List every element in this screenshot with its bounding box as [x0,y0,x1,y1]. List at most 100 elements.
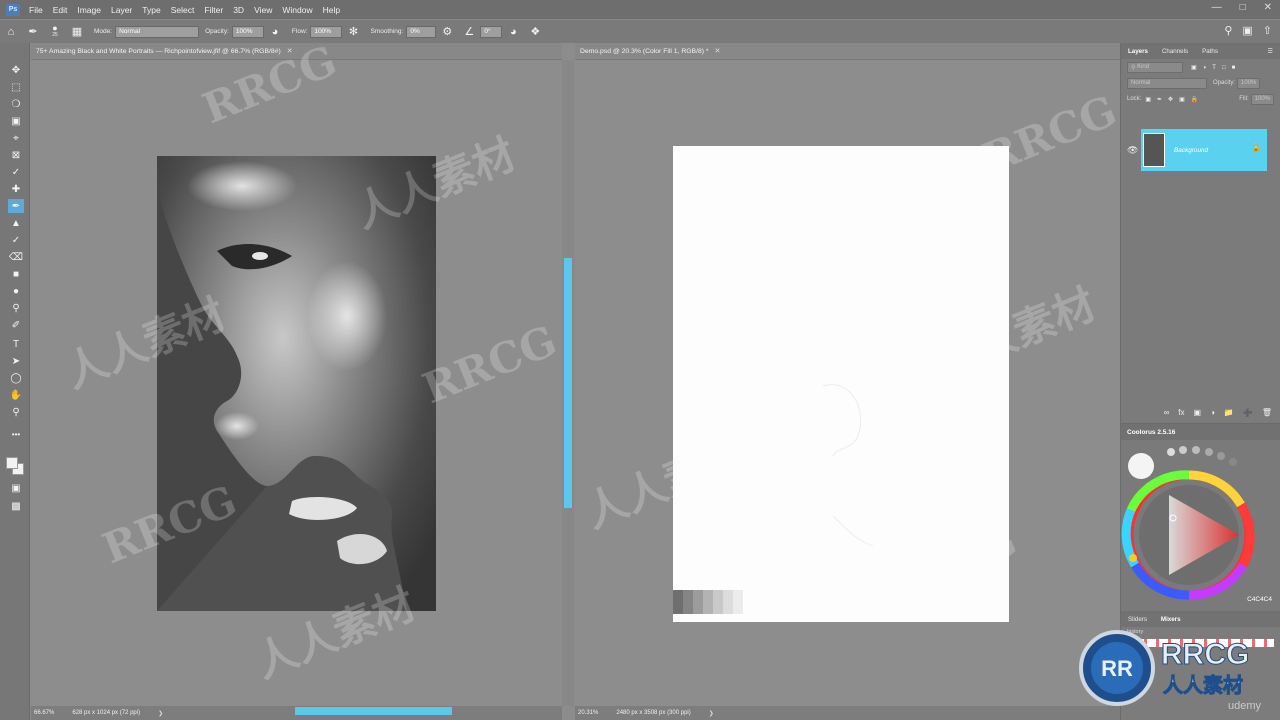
menu-file[interactable]: File [24,5,48,15]
clone-stamp-tool-icon[interactable]: ▲ [8,216,24,230]
flow-field[interactable]: 100% [310,25,343,38]
menu-edit[interactable]: Edit [48,5,73,15]
menu-help[interactable]: Help [318,5,345,15]
adjustment-layer-icon[interactable]: ◑ [1210,408,1215,417]
gray-swatch [733,590,743,614]
document-tab-portrait[interactable]: 75+ Amazing Black and White Portraits — … [31,43,562,60]
menu-select[interactable]: Select [166,5,200,15]
smoothing-gear-icon[interactable]: ⚙ [440,25,454,39]
maximize-icon[interactable]: □ [1240,2,1246,13]
color-wheel[interactable] [1121,440,1280,610]
move-tool-icon[interactable]: ✥ [8,63,24,77]
status-arrow-icon[interactable]: ❯ [709,710,714,717]
zoom-level[interactable]: 20.31% [578,710,598,716]
layer-opacity-field[interactable]: 100% [1237,77,1261,89]
brush-tool-preset-icon[interactable]: ✒ [26,25,40,39]
lasso-tool-icon[interactable]: ❍ [8,97,24,111]
layer-kind-filter[interactable]: ⚲ Kind [1127,61,1183,73]
pressure-size-icon[interactable]: ◕ [506,25,520,39]
hand-tool-icon[interactable]: ✋ [8,388,24,402]
delete-layer-icon[interactable]: 🗑 [1262,408,1272,417]
rrcg-logo-graphic: RR RRCG 人人素材 [1079,630,1250,706]
menu-window[interactable]: Window [277,5,317,15]
airbrush-icon[interactable]: ✻ [346,25,360,39]
menu-3d[interactable]: 3D [228,5,249,15]
new-layer-icon[interactable]: ➕ [1243,408,1253,417]
search-icon[interactable]: ⚲ [1224,24,1232,37]
minimize-icon[interactable]: — [1212,2,1222,13]
ellipse-tool-icon[interactable]: ◯ [8,371,24,385]
layer-name: Background [1174,146,1209,154]
tab-sliders[interactable]: Sliders [1121,616,1154,623]
menu-image[interactable]: Image [72,5,106,15]
pressure-opacity-icon[interactable]: ◕ [268,25,282,39]
tab-close-icon[interactable]: ✕ [715,47,721,55]
gradient-tool-icon[interactable]: ■ [8,267,24,281]
tab-mixers[interactable]: Mixers [1154,616,1188,623]
fill-field[interactable]: 100% [1250,93,1274,105]
screen-mode-icon[interactable]: ▩ [8,499,24,513]
workspace-icon[interactable]: ▣ [1242,24,1252,37]
quick-mask-icon[interactable]: ▣ [8,481,24,495]
dodge-tool-icon[interactable]: ⚲ [8,301,24,315]
share-icon[interactable]: ⇧ [1263,24,1272,37]
visibility-eye-icon[interactable]: 👁 [1127,145,1138,156]
menu-filter[interactable]: Filter [199,5,228,15]
lock-icons[interactable]: ▣✒✥▣🔒 [1145,96,1204,103]
brush-settings-icon[interactable]: ▦ [70,25,84,39]
path-selection-tool-icon[interactable]: ➤ [8,354,24,368]
pen-tool-icon[interactable]: ✐ [8,318,24,332]
layer-style-icon[interactable]: fx [1178,408,1184,417]
frame-tool-icon[interactable]: ⊠ [8,148,24,162]
menu-layer[interactable]: Layer [106,5,137,15]
vertical-scroll-thumb[interactable] [564,258,572,508]
symmetry-icon[interactable]: ❖ [528,25,542,39]
history-brush-tool-icon[interactable]: ✓ [8,233,24,247]
menu-type[interactable]: Type [137,5,165,15]
marquee-tool-icon[interactable]: ⬚ [8,80,24,94]
brush-tool-icon[interactable]: ✒ [8,199,24,213]
opacity-field[interactable]: 100% [231,25,264,38]
eyedropper-tool-icon[interactable]: ✓ [8,165,24,179]
tab-close-icon[interactable]: ✕ [287,47,293,55]
layer-row-background[interactable]: Background 🔒 [1141,129,1267,171]
opacity-label: Opacity: [205,28,229,35]
smoothing-field[interactable]: 0% [406,25,437,38]
close-icon[interactable]: ✕ [1264,2,1272,13]
smoothing-label: Smoothing: [370,28,404,35]
new-group-icon[interactable]: 📁 [1224,408,1234,417]
tab-layers[interactable]: Layers [1121,48,1155,55]
zoom-tool-icon[interactable]: ⚲ [8,405,24,419]
healing-brush-tool-icon[interactable]: ✚ [8,182,24,196]
svg-text:RR: RR [1101,656,1133,681]
blend-mode-select[interactable]: Normal [1127,77,1207,89]
tab-channels[interactable]: Channels [1155,48,1195,55]
document-tab-demo[interactable]: Demo.psd @ 20.3% (Color Fill 1, RGB/8) *… [575,43,1120,60]
angle-field[interactable]: 0° [480,25,503,38]
vertical-scrollbar[interactable] [562,60,574,706]
more-tools-icon[interactable]: ••• [8,427,24,441]
brush-preset-picker[interactable]: ● 25 [48,23,62,39]
layer-filter-icons[interactable]: ▣◑T□■ [1191,64,1241,71]
hex-color-value[interactable]: C4C4C4 [1247,596,1272,603]
document-canvas[interactable] [673,146,1009,622]
link-layers-icon[interactable]: ∞ [1164,408,1170,417]
add-mask-icon[interactable]: ▣ [1194,408,1202,417]
document-window-portrait: 75+ Amazing Black and White Portraits — … [31,43,562,720]
crop-tool-icon[interactable]: ⌖ [8,131,24,145]
tab-paths[interactable]: Paths [1195,48,1225,55]
type-tool-icon[interactable]: T [8,337,24,351]
horizontal-scroll-thumb[interactable] [295,707,452,715]
zoom-level[interactable]: 66.67% [34,710,54,716]
photoshop-app-icon[interactable]: Ps [6,3,20,16]
eraser-tool-icon[interactable]: ⌫ [8,250,24,264]
photoshop-window: Ps File Edit Image Layer Type Select Fil… [0,0,1280,720]
home-icon[interactable]: ⌂ [4,25,18,39]
menu-view[interactable]: View [249,5,277,15]
blur-tool-icon[interactable]: ● [8,284,24,298]
foreground-color-swatch[interactable] [6,457,18,469]
object-select-tool-icon[interactable]: ▣ [8,114,24,128]
status-arrow-icon[interactable]: ❯ [158,710,163,717]
mode-select[interactable]: Normal [115,25,200,38]
panel-menu-icon[interactable]: ☰ [1260,48,1280,55]
